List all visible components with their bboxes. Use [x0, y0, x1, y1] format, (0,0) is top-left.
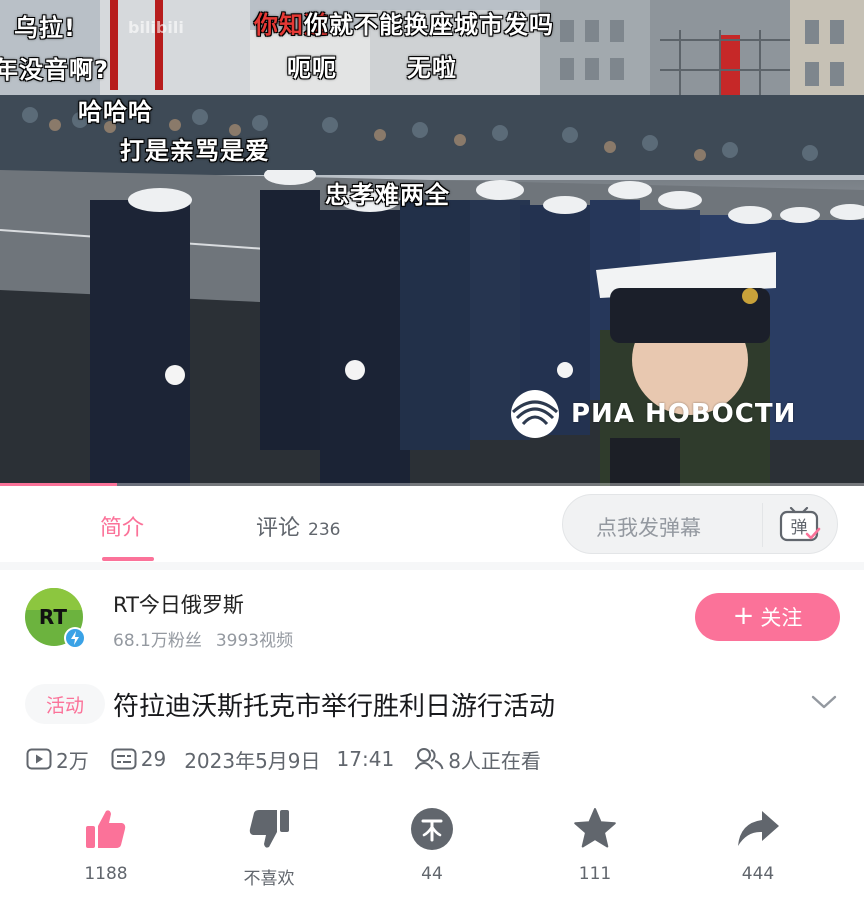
ria-novosti-text: РИА НОВОСТИ [571, 399, 797, 429]
watching-people-icon [414, 748, 444, 770]
activity-tag[interactable]: 活动 [25, 684, 105, 724]
danmaku-count-value: 29 [140, 747, 167, 771]
danmaku-comment: 哈哈哈 [78, 98, 153, 126]
danmaku-input[interactable]: 点我发弹幕 弹 [562, 494, 838, 554]
danmaku-count: 29 [111, 747, 166, 771]
tab-bar: 简介 评论 236 点我发弹幕 弹 [0, 486, 864, 562]
play-count-value: 2万 [56, 748, 89, 773]
ria-novosti-watermark: РИА НОВОСТИ [507, 388, 796, 440]
publish-date: 2023年5月9日 [184, 748, 321, 773]
favorite-count: 111 [578, 864, 612, 884]
favorite-button[interactable]: 111 [545, 806, 645, 884]
danmaku-comment: 无啦 [407, 54, 457, 82]
coin-count: 44 [421, 864, 443, 884]
avatar[interactable]: RT [25, 588, 87, 650]
danmaku-comment: 你就不能换座城市发吗 [304, 11, 554, 39]
action-bar: 1188 不喜欢 44 111 444 [0, 806, 864, 896]
dislike-label: 不喜欢 [243, 869, 295, 889]
danmaku-toggle-icon[interactable]: 弹 [779, 507, 821, 543]
danmaku-comment: 打是亲骂是爱 [120, 137, 270, 165]
bilibili-watermark: bilibili [128, 18, 184, 37]
danmaku-toggle-glyph: 弹 [791, 518, 808, 538]
tab-comments[interactable]: 评论 236 [256, 510, 340, 542]
coin-icon [411, 808, 453, 850]
plus-icon: + [732, 600, 755, 631]
tab-active-indicator [102, 557, 154, 561]
tab-intro[interactable]: 简介 [100, 510, 144, 542]
play-count: 2万 [26, 745, 89, 774]
tab-comments-label: 评论 [256, 516, 301, 541]
ria-logo-icon [511, 390, 559, 438]
star-icon [574, 808, 616, 848]
publish-time: 17:41 [336, 747, 395, 771]
play-count-icon [26, 748, 52, 770]
video-title: 符拉迪沃斯托克市举行胜利日游行活动 [113, 692, 556, 722]
uploader-stats: 68.1万粉丝 3993视频 [113, 626, 293, 651]
coin-button[interactable]: 44 [382, 806, 482, 884]
watching-now-value: 8人正在看 [448, 748, 541, 773]
section-divider [0, 562, 864, 570]
video-player[interactable]: bilibili 乌拉! 年没音啊? 哈哈哈 打是亲骂是爱 你知道 你就不能换座… [0, 0, 864, 486]
danmaku-comment: 年没音啊? [0, 56, 109, 84]
dislike-button[interactable]: 不喜欢 [219, 806, 319, 889]
follow-button-label: 关注 [760, 606, 803, 630]
share-arrow-icon [738, 811, 779, 846]
watching-now: 8人正在看 [414, 745, 541, 774]
like-count: 1188 [84, 864, 128, 884]
thumbs-up-icon [86, 810, 126, 848]
danmaku-comment: 乌拉! [14, 14, 76, 42]
danmaku-input-placeholder: 点我发弹幕 [596, 516, 701, 540]
danmaku-input-divider [762, 503, 763, 547]
uploader-followers: 68.1万粉丝 [113, 631, 202, 651]
danmaku-count-icon [111, 748, 137, 770]
video-meta: 2万 29 2023年5月9日 17:41 8人正在看 [26, 744, 559, 774]
like-button[interactable]: 1188 [56, 806, 156, 884]
share-button[interactable]: 444 [708, 806, 808, 884]
danmaku-comment: 呃呃 [287, 54, 337, 82]
uploader-videos: 3993视频 [215, 631, 294, 651]
follow-button[interactable]: + 关注 [695, 593, 840, 641]
chevron-down-icon[interactable] [810, 690, 838, 714]
avatar-text: RT [39, 605, 68, 629]
danmaku-comment: 忠孝难两全 [325, 181, 450, 209]
thumbs-down-icon [249, 810, 289, 848]
share-count: 444 [741, 864, 775, 884]
uploader-name[interactable]: RT今日俄罗斯 [113, 589, 244, 619]
tab-comments-count: 236 [308, 520, 341, 540]
